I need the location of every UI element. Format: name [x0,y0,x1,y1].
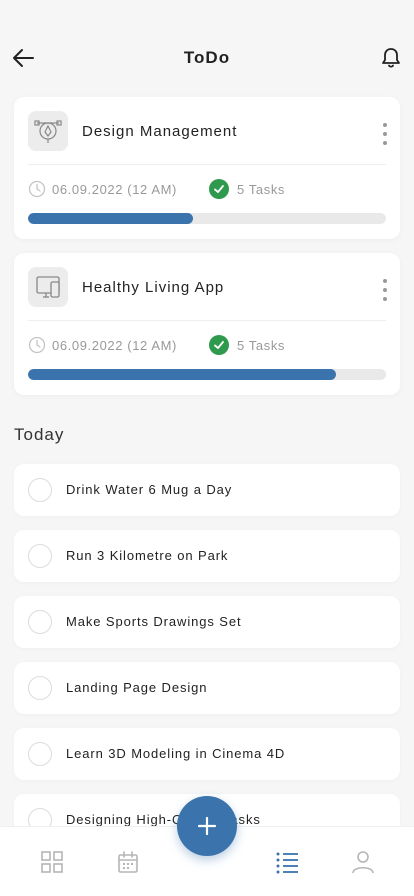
progress-fill [28,213,193,224]
more-options-button[interactable] [380,123,390,145]
add-task-button[interactable] [177,796,237,856]
calendar-icon [118,851,138,873]
todo-label: Learn 3D Modeling in Cinema 4D [66,746,286,761]
dot-icon [383,132,387,136]
pen-tool-icon [34,120,62,143]
bell-icon [382,48,400,68]
nav-tasks-button[interactable] [274,849,300,875]
progress-bar [28,213,386,224]
project-date: 06.09.2022 (12 AM) [52,337,177,353]
grid-icon [41,851,63,873]
divider [28,320,386,321]
notification-button[interactable] [378,45,404,71]
project-meta: 06.09.2022 (12 AM) 5 Tasks [28,335,285,355]
progress-fill [28,369,336,380]
todo-label: Run 3 Kilometre on Park [66,548,229,563]
nav-home-button[interactable] [39,849,65,875]
project-task-count: 5 Tasks [237,337,286,353]
todo-checkbox[interactable] [28,478,52,502]
project-task-count: 5 Tasks [237,181,286,197]
project-name: Design Management [82,123,238,140]
project-date: 06.09.2022 (12 AM) [52,181,177,197]
check-circle-icon [209,179,229,199]
todo-item[interactable]: Make Sports Drawings Set [14,596,400,648]
profile-icon [352,851,374,874]
project-name: Healthy Living App [82,279,225,296]
dot-icon [383,279,387,283]
section-title-today: Today [14,425,65,444]
dot-icon [383,123,387,127]
todo-item[interactable]: Run 3 Kilometre on Park [14,530,400,582]
clock-icon [28,180,46,198]
nav-calendar-button[interactable] [115,849,141,875]
progress-bar [28,369,386,380]
todo-checkbox[interactable] [28,610,52,634]
todo-checkbox[interactable] [28,544,52,568]
project-card[interactable]: Healthy Living App 06.09.2022 (12 AM) 5 … [14,253,400,395]
more-options-button[interactable] [380,279,390,301]
list-icon [276,852,298,874]
plus-icon [197,816,217,836]
check-circle-icon [209,335,229,355]
todo-item[interactable]: Learn 3D Modeling in Cinema 4D [14,728,400,780]
todo-item[interactable]: Drink Water 6 Mug a Day [14,464,400,516]
divider [28,164,386,165]
dot-icon [383,288,387,292]
dot-icon [383,141,387,145]
page-title: ToDo [183,48,231,67]
todo-checkbox[interactable] [28,742,52,766]
dot-icon [383,297,387,301]
todo-item[interactable]: Landing Page Design [14,662,400,714]
clock-icon [28,336,46,354]
nav-profile-button[interactable] [350,849,376,875]
todo-checkbox[interactable] [28,676,52,700]
todo-label: Make Sports Drawings Set [66,614,242,629]
devices-icon [36,276,60,298]
todo-label: Drink Water 6 Mug a Day [66,482,233,497]
project-meta: 06.09.2022 (12 AM) 5 Tasks [28,179,285,199]
project-icon [28,111,68,151]
app-header: ToDo [0,0,414,96]
todo-label: Landing Page Design [66,680,208,695]
project-icon [28,267,68,307]
project-card[interactable]: Design Management 06.09.2022 (12 AM) 5 T… [14,97,400,239]
